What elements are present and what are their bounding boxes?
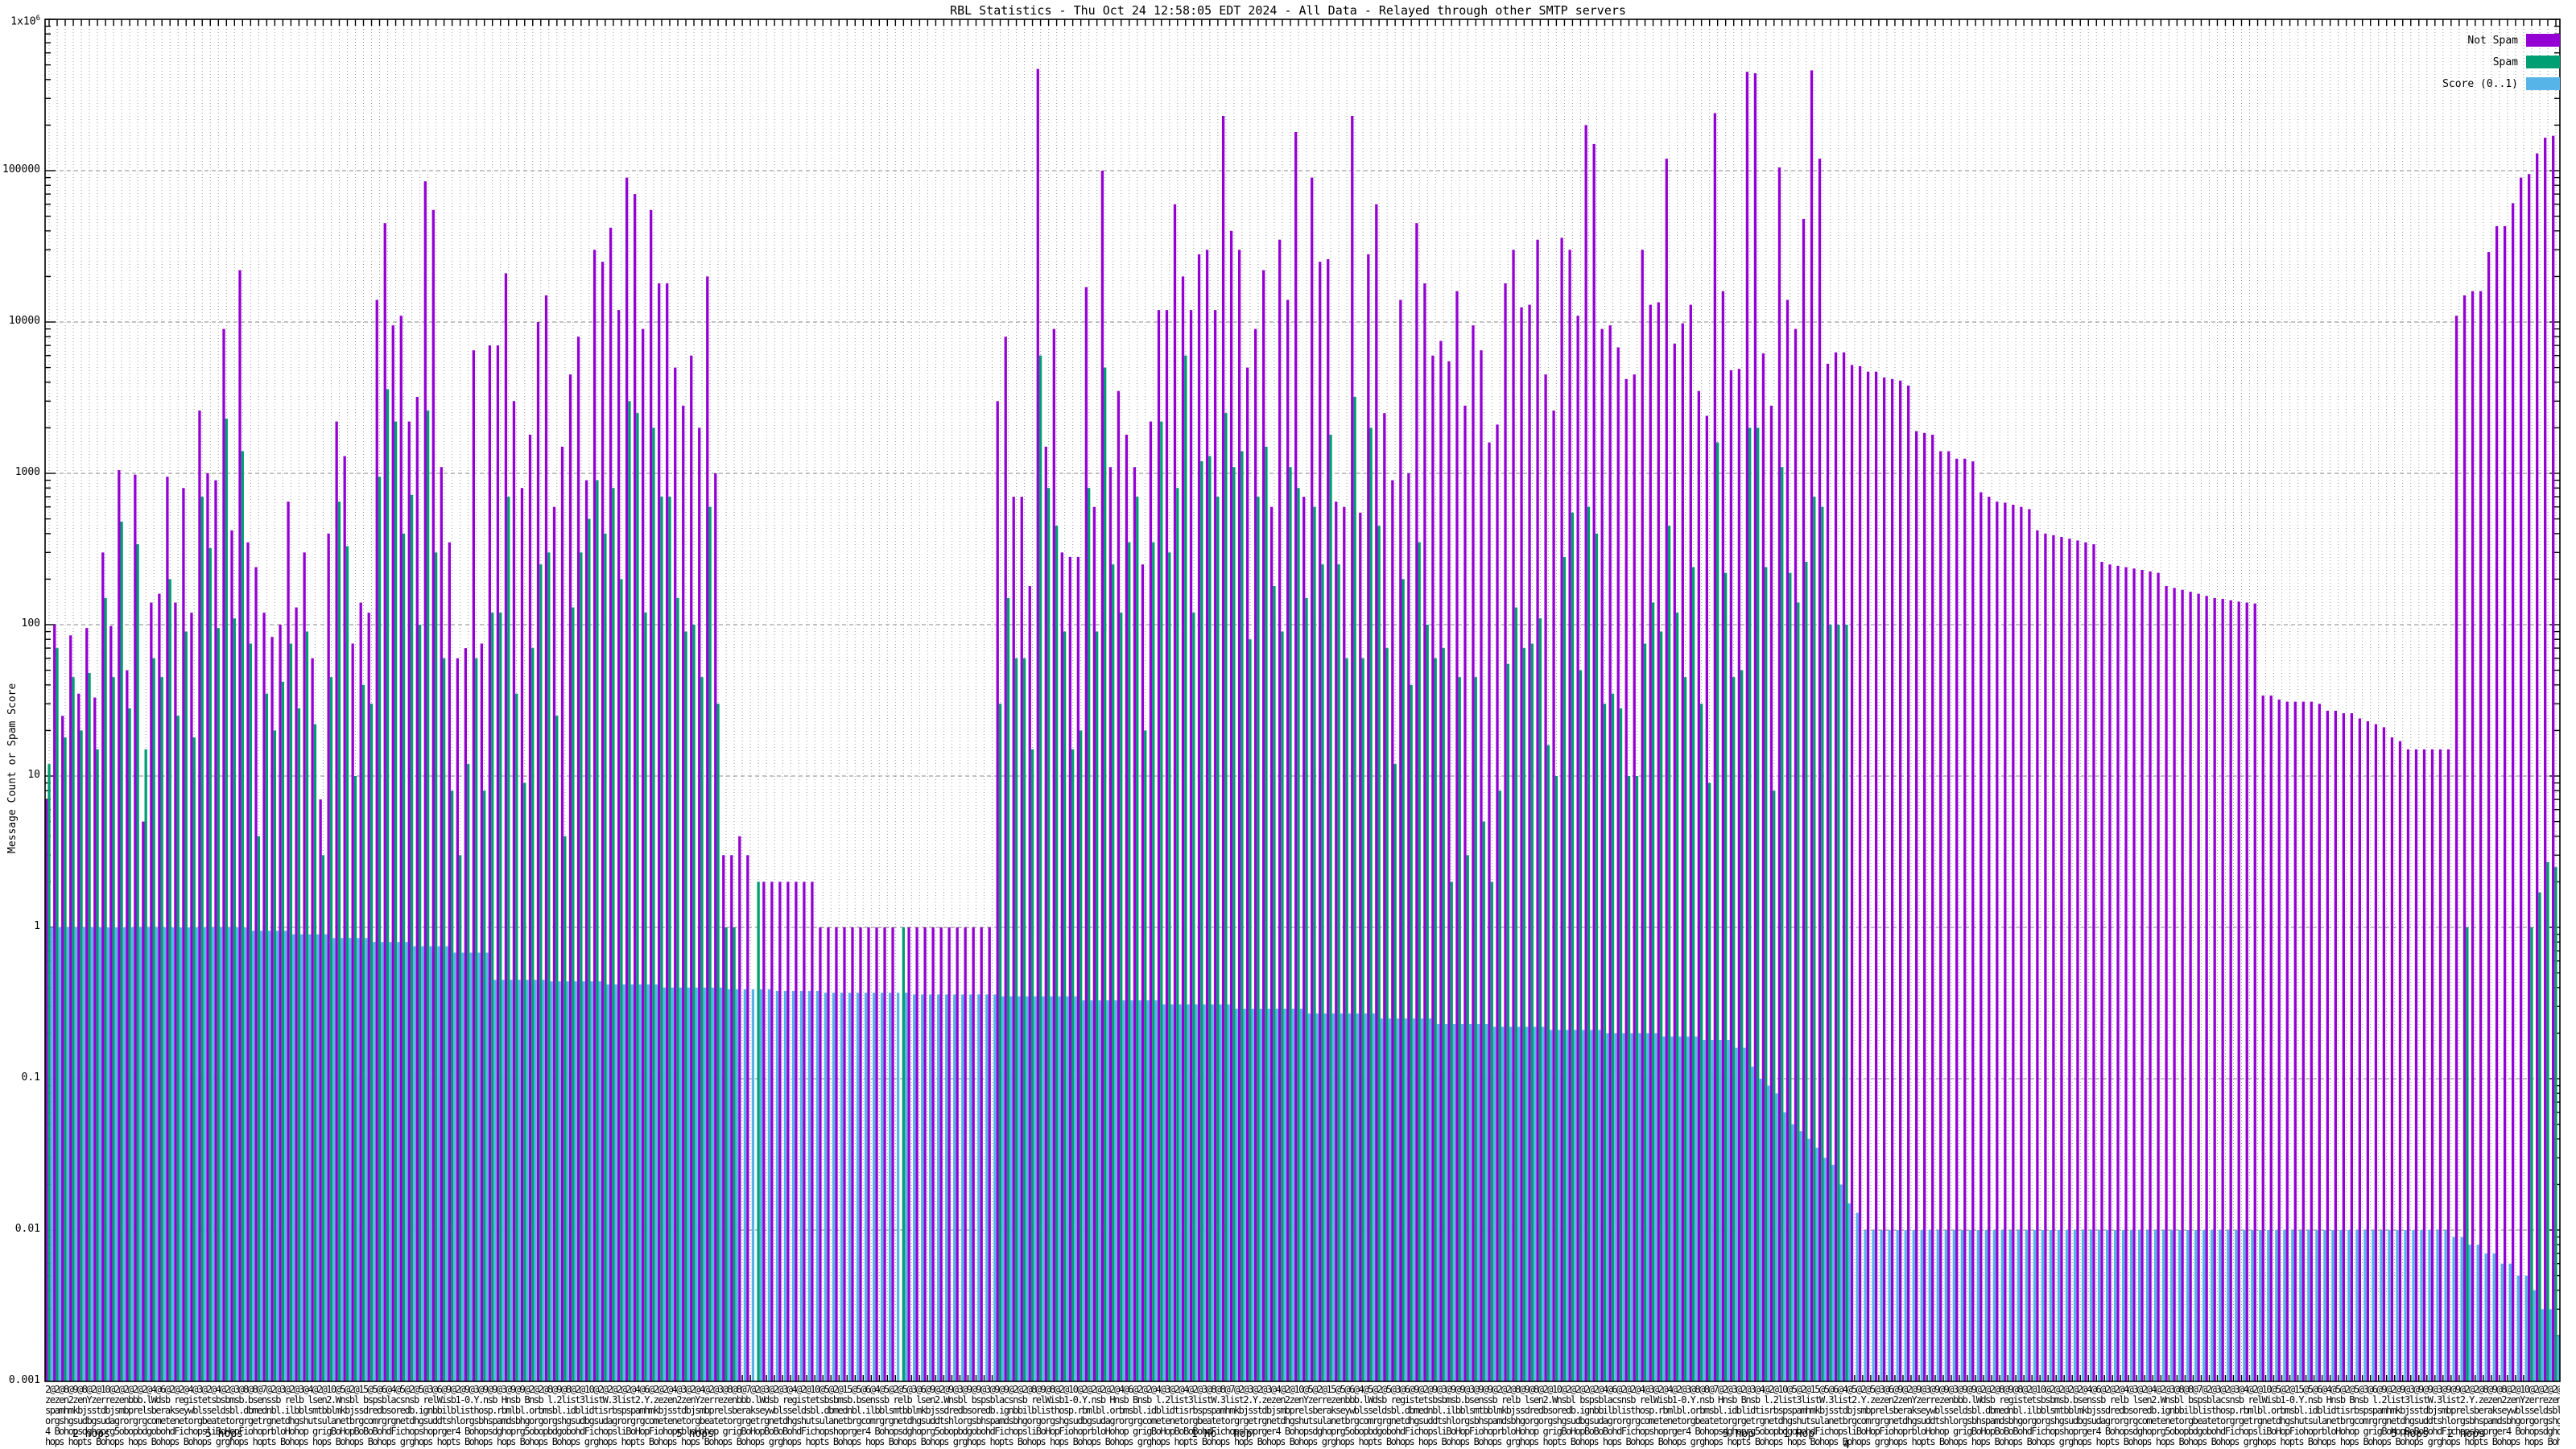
score-swatch [2526, 77, 2560, 90]
legend-label: Score (0..1) [2442, 77, 2518, 90]
y-tick-label: 100000 [2, 163, 40, 175]
legend-label: Spam [2492, 56, 2518, 68]
x-axis-label-row: orgshgsudbgsudagrorgrgcometenetorgbeatet… [45, 1416, 2560, 1426]
y-tick-label: 1 [34, 920, 40, 932]
y-tick-label: 1x106 [10, 14, 40, 28]
x-axis-label: 2 hops [2447, 1428, 2485, 1440]
x-axis-label-row: hops hopts Bohops hops Bohops Bohops grg… [45, 1437, 2560, 1447]
legend: Not Spam Spam Score (0..1) [2442, 34, 2560, 99]
x-axis-label-row: zezen2zenYzerrezenbbb.lWdsb registetsbsb… [45, 1395, 2560, 1406]
x-axis-label: 1 Ho [1191, 1428, 1217, 1440]
x-axis-label: 5 hops [205, 1428, 243, 1440]
x-axis-label-row: 2@2@8@9@8@2@10@2@2@2@2@4@6@2@2@4@3@2@4@2… [45, 1385, 2560, 1395]
x-axis-label: 1 Hop [1783, 1428, 1815, 1440]
x-axis-label-row: 4 Bohopsdghoprg5obopbdgobohdFichopsliBoH… [45, 1426, 2560, 1437]
legend-item-spam: Spam [2442, 56, 2560, 68]
x-axis-label: 5 hop [1723, 1428, 1755, 1440]
spam-swatch [2526, 56, 2560, 68]
x-axis-label: 4 [1843, 1439, 1850, 1449]
legend-item-not-spam: Not Spam [2442, 34, 2560, 47]
x-axis-label: 5 hops [2391, 1428, 2429, 1440]
rbl-statistics-chart: RBL Statistics - Thu Oct 24 12:58:05 EDT… [0, 0, 2576, 1449]
x-axis-label: 5 hops [676, 1428, 714, 1440]
y-tick-label: 0.001 [8, 1374, 40, 1386]
x-axis-label: hop [1233, 1428, 1253, 1440]
y-tick-label: 0.1 [21, 1071, 40, 1084]
plot-svg [44, 19, 2561, 1382]
y-tick-label: 100 [21, 617, 40, 630]
legend-label: Not Spam [2467, 34, 2518, 47]
y-tick-label: 1000 [14, 466, 40, 478]
y-tick-label: 0.01 [14, 1223, 40, 1235]
x-axis-label: 2 hops [72, 1428, 110, 1440]
x-axis-label-row: spamhmkbjsstdbjsmbprelsberakseywblsselds… [45, 1406, 2560, 1416]
not-spam-swatch [2526, 34, 2560, 47]
y-axis-title: Message Count or Spam Score [6, 683, 19, 853]
legend-item-score: Score (0..1) [2442, 77, 2560, 90]
y-tick-label: 10000 [8, 315, 40, 327]
